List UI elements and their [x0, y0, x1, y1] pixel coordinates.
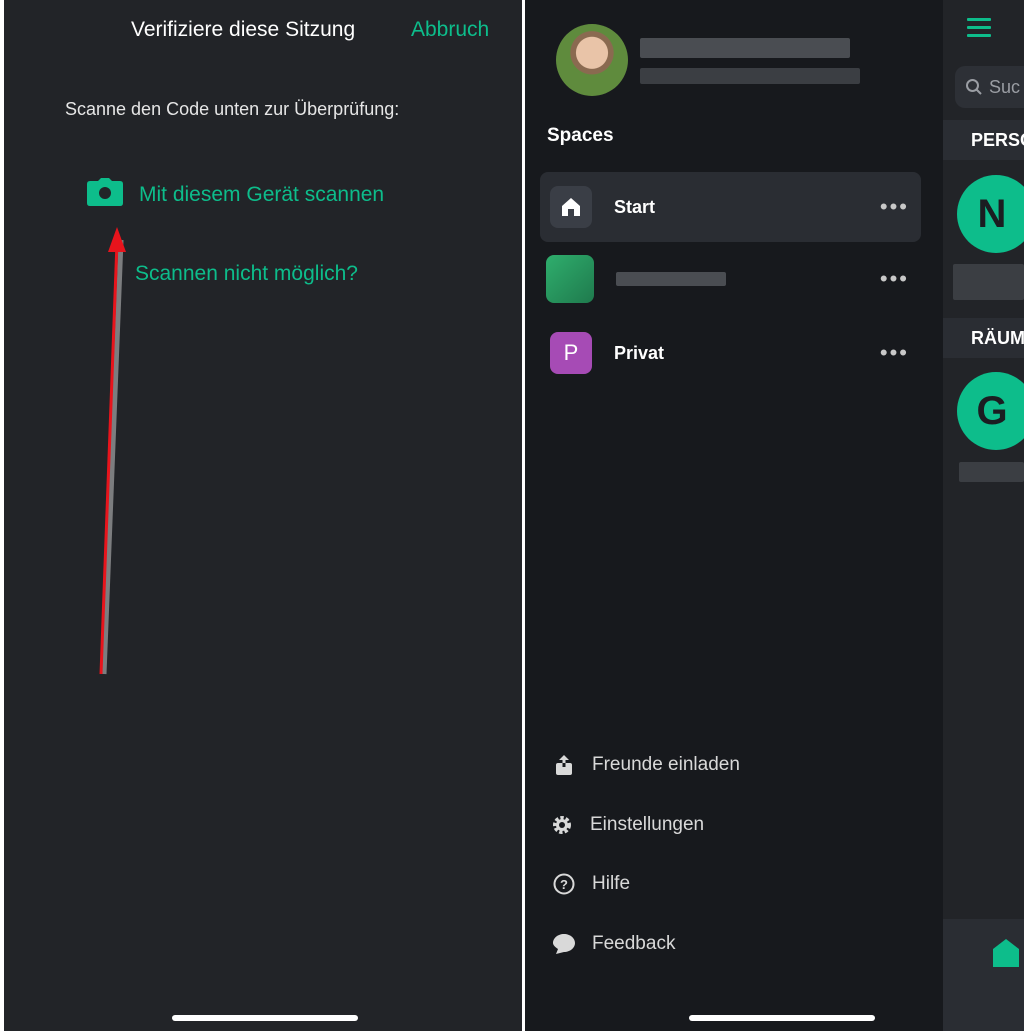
user-name-blurred — [640, 38, 850, 58]
people-heading: PERSO — [943, 120, 1024, 160]
svg-text:?: ? — [560, 877, 568, 892]
help-label: Hilfe — [592, 873, 631, 894]
search-placeholder: Suc — [989, 76, 1021, 97]
search-icon — [966, 79, 982, 95]
home-icon — [550, 186, 592, 228]
feedback-button[interactable]: Feedback — [552, 932, 675, 956]
feedback-label: Feedback — [592, 933, 676, 954]
home-indicator — [689, 1015, 875, 1021]
bottom-tab-bar — [943, 919, 1024, 1031]
gear-icon — [550, 813, 574, 837]
space-avatar-icon — [546, 255, 594, 303]
invite-friends-button[interactable]: Freunde einladen — [552, 753, 740, 777]
settings-label: Einstellungen — [590, 814, 705, 835]
cancel-button[interactable]: Abbruch — [411, 18, 489, 42]
more-options-icon[interactable]: ••• — [880, 194, 909, 220]
navigation-drawer: Spaces Start ••• ••• P Privat ••• Freund… — [525, 0, 1024, 1031]
room-avatar[interactable]: G — [957, 372, 1024, 450]
home-tab-icon[interactable] — [991, 937, 1021, 969]
verify-session-screen: Verifiziere diese Sitzung Abbruch Scanne… — [4, 0, 522, 1031]
scan-with-device-button[interactable]: Mit diesem Gerät scannen — [87, 178, 384, 211]
spaces-heading: Spaces — [547, 125, 614, 146]
space-label-blurred — [616, 272, 880, 286]
space-item-privat[interactable]: P Privat ••• — [540, 318, 921, 388]
chat-bubble-icon — [552, 932, 576, 956]
cannot-scan-link[interactable]: Scannen nicht möglich? — [135, 262, 358, 286]
scan-with-device-label: Mit diesem Gerät scannen — [139, 182, 385, 206]
user-id-blurred — [640, 68, 860, 84]
invite-friends-label: Freunde einladen — [592, 754, 740, 775]
space-item-start[interactable]: Start ••• — [540, 172, 921, 242]
page-title: Verifiziere diese Sitzung — [131, 18, 356, 41]
help-button[interactable]: ? Hilfe — [552, 872, 630, 896]
scan-instruction: Scanne den Code unten zur Überprüfung: — [65, 99, 400, 119]
space-letter-avatar: P — [550, 332, 592, 374]
settings-button[interactable]: Einstellungen — [550, 813, 704, 837]
menu-icon[interactable] — [967, 18, 991, 42]
home-indicator — [172, 1015, 358, 1021]
room-name-blurred — [959, 462, 1024, 482]
more-options-icon[interactable]: ••• — [880, 266, 909, 292]
space-item-blurred[interactable]: ••• — [540, 244, 921, 314]
more-options-icon[interactable]: ••• — [880, 340, 909, 366]
space-label-privat: Privat — [614, 342, 665, 363]
invite-icon — [552, 753, 576, 777]
rooms-heading: RÄUM — [943, 318, 1024, 358]
annotation-arrow — [99, 227, 126, 675]
people-name-blurred — [953, 264, 1024, 300]
search-input[interactable]: Suc — [955, 66, 1024, 108]
help-icon: ? — [552, 872, 576, 896]
user-avatar[interactable] — [556, 24, 628, 96]
space-label-start: Start — [614, 196, 656, 217]
people-avatar[interactable]: N — [957, 175, 1024, 253]
room-list-peek: Suc PERSO N RÄUM G — [943, 0, 1024, 1031]
camera-icon — [87, 178, 123, 211]
